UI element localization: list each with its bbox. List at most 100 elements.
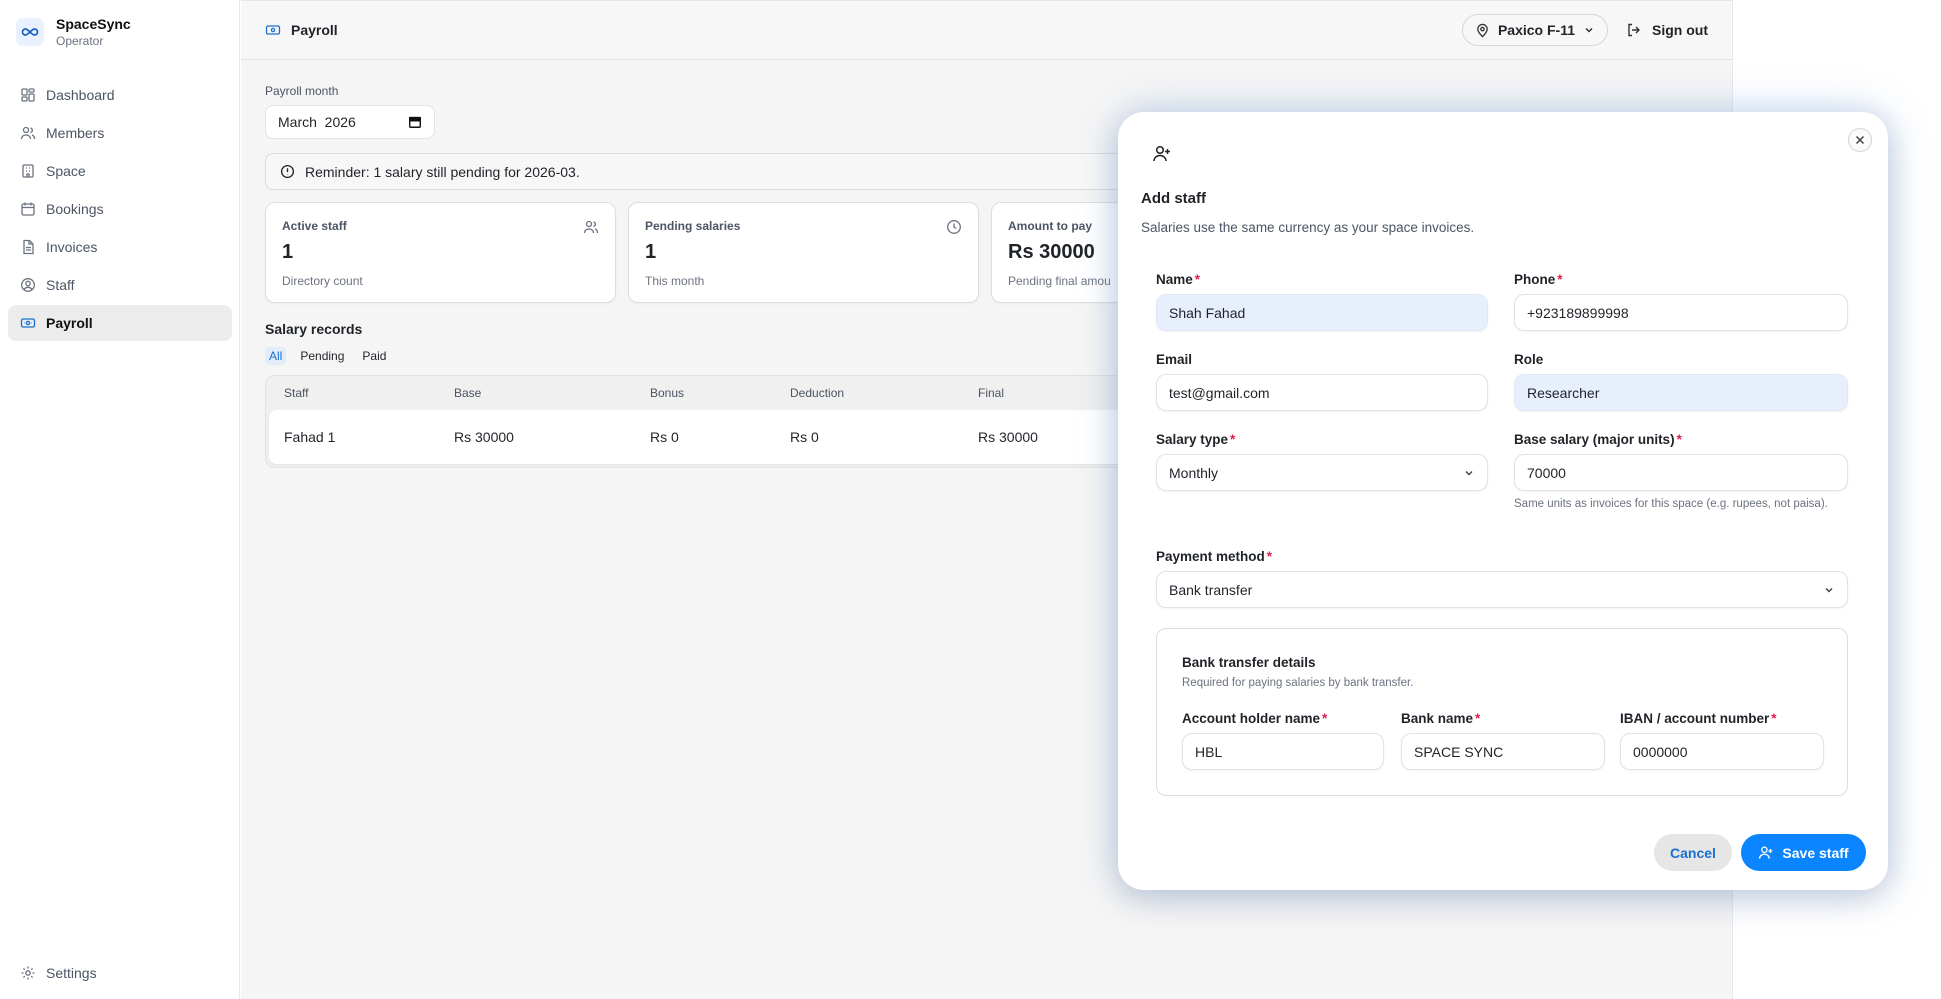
bank-details-subtitle: Required for paying salaries by bank tra… xyxy=(1182,677,1414,689)
field-label: IBAN / account number * xyxy=(1620,711,1777,726)
card-subtitle: This month xyxy=(645,274,705,288)
name-input[interactable]: Shah Fahad xyxy=(1156,294,1488,331)
sidebar-item-members[interactable]: Members xyxy=(8,115,232,151)
signout-button[interactable]: Sign out xyxy=(1626,22,1708,38)
card-pending-salaries: Pending salaries 1 This month xyxy=(628,202,979,303)
bank-name-field: Bank name * SPACE SYNC xyxy=(1401,711,1605,770)
topbar-actions: Paxico F-11 Sign out xyxy=(1461,14,1708,46)
sidebar-item-label: Invoices xyxy=(46,239,98,255)
gear-icon xyxy=(21,966,35,980)
close-button[interactable] xyxy=(1848,128,1872,152)
building-icon xyxy=(22,164,34,178)
add-staff-dialog: Add staff Salaries use the same currency… xyxy=(1118,112,1888,890)
banknote-icon xyxy=(265,25,281,35)
reminder-text: Reminder: 1 salary still pending for 202… xyxy=(305,163,580,180)
sidebar-settings: Settings xyxy=(8,955,232,993)
payment-method-field: Payment method * Bank transfer xyxy=(1156,549,1848,608)
card-active-staff: Active staff 1 Directory count xyxy=(265,202,616,303)
phone-input[interactable]: +923189899998 xyxy=(1514,294,1848,331)
payment-method-select[interactable]: Bank transfer xyxy=(1156,571,1848,608)
map-pin-icon xyxy=(1477,23,1488,37)
column-header: Staff xyxy=(284,386,309,400)
file-icon xyxy=(23,239,34,255)
card-title: Active staff xyxy=(282,219,347,233)
brand: SpaceSync Operator xyxy=(16,16,131,48)
banknote-icon xyxy=(20,318,36,328)
account-holder-field: Account holder name * HBL xyxy=(1182,711,1384,770)
field-label: Email xyxy=(1156,352,1193,367)
base-salary-input[interactable]: 70000 xyxy=(1514,454,1848,491)
payroll-month-label: Payroll month xyxy=(265,84,339,98)
bank-name-input[interactable]: SPACE SYNC xyxy=(1401,733,1605,770)
salary-type-select[interactable]: Monthly xyxy=(1156,454,1488,491)
filter-paid[interactable]: Paid xyxy=(358,347,390,365)
account-holder-input[interactable]: HBL xyxy=(1182,733,1384,770)
field-label: Bank name * xyxy=(1401,711,1481,726)
card-value: 1 xyxy=(282,241,294,263)
salary-type-field: Salary type * Monthly xyxy=(1156,432,1488,491)
cancel-button[interactable]: Cancel xyxy=(1654,834,1732,871)
field-label: Phone * xyxy=(1514,272,1563,287)
sidebar-item-staff[interactable]: Staff xyxy=(8,267,232,303)
email-input[interactable]: test@gmail.com xyxy=(1156,374,1488,411)
dialog-title: Add staff xyxy=(1141,190,1206,207)
iban-input[interactable]: 0000000 xyxy=(1620,733,1824,770)
users-icon xyxy=(20,126,36,140)
card-value: 1 xyxy=(645,241,657,263)
calendar-icon[interactable] xyxy=(408,115,422,129)
sidebar-item-invoices[interactable]: Invoices xyxy=(8,229,232,265)
payroll-month-input[interactable]: March 2026 xyxy=(265,105,435,139)
dashboard-icon xyxy=(21,88,35,102)
bank-details-title: Bank transfer details xyxy=(1182,655,1316,670)
infinity-logo-icon xyxy=(16,18,44,46)
column-header: Base xyxy=(454,386,482,400)
table-cell: Rs 0 xyxy=(790,429,819,445)
app-root: SpaceSync Operator Dashboard Members Spa… xyxy=(0,0,1941,999)
brand-role: Operator xyxy=(56,34,104,48)
filter-all[interactable]: All xyxy=(265,347,287,365)
field-label: Salary type * xyxy=(1156,432,1236,447)
role-input[interactable]: Researcher xyxy=(1514,374,1848,411)
user-plus-icon xyxy=(1153,145,1170,162)
chevron-down-icon xyxy=(1825,587,1833,593)
field-label: Role xyxy=(1514,352,1544,367)
alert-circle-icon xyxy=(280,164,295,179)
location-switcher[interactable]: Paxico F-11 xyxy=(1461,14,1608,46)
field-label: Base salary (major units) * xyxy=(1514,432,1682,447)
field-label: Payment method * xyxy=(1156,549,1273,564)
sidebar-item-label: Payroll xyxy=(46,315,93,331)
filter-pending[interactable]: Pending xyxy=(296,347,348,365)
payment-method-value: Bank transfer xyxy=(1169,581,1253,598)
column-header: Deduction xyxy=(790,386,845,400)
signout-label: Sign out xyxy=(1652,22,1708,38)
sidebar-item-label: Dashboard xyxy=(46,87,115,103)
table-cell: Fahad 1 xyxy=(284,429,336,445)
card-title: Pending salaries xyxy=(645,219,741,233)
clock-icon xyxy=(947,220,961,234)
logout-icon xyxy=(1628,23,1640,37)
chevron-down-icon xyxy=(1465,470,1473,476)
sidebar-item-label: Staff xyxy=(46,277,75,293)
sidebar-item-bookings[interactable]: Bookings xyxy=(8,191,232,227)
save-staff-label: Save staff xyxy=(1782,844,1849,861)
field-label: Account holder name * xyxy=(1182,711,1328,726)
page-title: Payroll xyxy=(265,22,338,38)
bank-transfer-details: Bank transfer details Required for payin… xyxy=(1156,628,1848,796)
page-title-text: Payroll xyxy=(291,22,338,38)
users-icon xyxy=(583,220,599,234)
sidebar-item-space[interactable]: Space xyxy=(8,153,232,189)
name-field: Name * Shah Fahad xyxy=(1156,272,1488,331)
role-field: Role Researcher xyxy=(1514,352,1848,411)
sidebar-item-label: Bookings xyxy=(46,201,104,217)
base-salary-hint: Same units as invoices for this space (e… xyxy=(1514,498,1828,510)
iban-field: IBAN / account number * 0000000 xyxy=(1620,711,1824,770)
brand-name: SpaceSync xyxy=(56,16,131,32)
save-staff-button[interactable]: Save staff xyxy=(1741,834,1866,871)
sidebar-item-payroll[interactable]: Payroll xyxy=(8,305,232,341)
chevron-down-icon xyxy=(1585,27,1593,33)
sidebar-item-label: Members xyxy=(46,125,105,141)
sidebar-item-dashboard[interactable]: Dashboard xyxy=(8,77,232,113)
sidebar-item-label: Settings xyxy=(46,965,97,981)
dialog-description: Salaries use the same currency as your s… xyxy=(1141,220,1475,235)
sidebar-item-settings[interactable]: Settings xyxy=(8,955,232,991)
